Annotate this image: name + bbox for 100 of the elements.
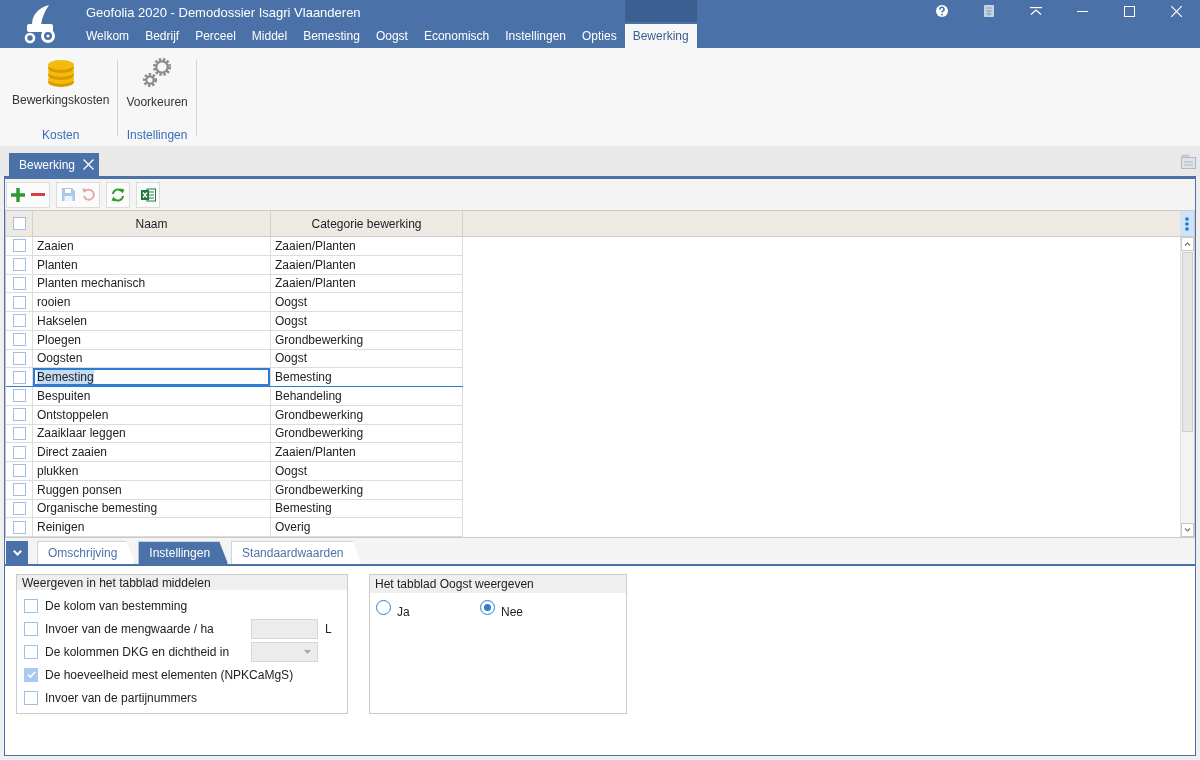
- window-title: Geofolia 2020 - Demodossier Isagri Vlaanderen: [86, 4, 361, 20]
- table-cell: Oogst: [271, 312, 463, 330]
- close-icon[interactable]: [83, 159, 95, 170]
- table-cell: Oogst: [271, 349, 463, 368]
- unit-label: L: [325, 621, 333, 636]
- menu-tab[interactable]: Welkom: [78, 24, 138, 48]
- checkbox[interactable]: [12, 351, 26, 365]
- table-cell: Zaaien/Planten: [271, 443, 463, 461]
- table-cell: Direct zaaien: [33, 443, 271, 461]
- table-cell: Grondbewerking: [271, 424, 463, 443]
- menu-tab[interactable]: Middel: [243, 24, 296, 48]
- table-cell: Oogst: [271, 462, 463, 480]
- checkbox[interactable]: [24, 690, 38, 705]
- menu-tab[interactable]: Bemesting: [295, 24, 368, 48]
- table-cell: Overig: [271, 518, 463, 536]
- table-cell: Zaaien/Planten: [271, 255, 463, 274]
- menu-tab[interactable]: Perceel: [187, 24, 244, 48]
- table-cell: Bespuiten: [33, 387, 271, 405]
- coins-icon: [45, 57, 76, 87]
- checkbox[interactable]: [12, 389, 26, 403]
- checkbox[interactable]: [12, 464, 26, 478]
- checkbox[interactable]: [12, 314, 26, 328]
- menu-tab[interactable]: Instellingen: [497, 24, 574, 48]
- collapse-button[interactable]: [6, 541, 28, 564]
- checkbox[interactable]: [12, 333, 26, 347]
- option-label: Invoer van de partijnummers: [45, 690, 199, 705]
- menu-tab[interactable]: Oogst: [367, 24, 416, 48]
- scroll-down-icon[interactable]: [1181, 523, 1195, 537]
- close-icon[interactable]: [1171, 5, 1182, 17]
- document-tab[interactable]: Bewerking: [9, 153, 100, 176]
- scroll-up-icon[interactable]: [1181, 237, 1195, 251]
- checkbox[interactable]: [24, 598, 38, 613]
- minus-icon: [31, 193, 45, 196]
- menu-tab[interactable]: Bewerking: [624, 24, 697, 48]
- spreadsheet-icon: [140, 187, 156, 202]
- table-cell: Organische bemesting: [33, 499, 271, 518]
- panel-tab[interactable]: Standaardwaarden: [231, 541, 362, 564]
- column-chooser-button[interactable]: [1180, 211, 1194, 236]
- maximize-icon[interactable]: [1124, 5, 1135, 17]
- table-cell: Planten: [33, 255, 271, 274]
- table-cell: Grondbewerking: [271, 480, 463, 499]
- menu-tab[interactable]: Economisch: [415, 24, 498, 48]
- caret-down-icon: [304, 649, 311, 654]
- checkbox[interactable]: [24, 621, 38, 636]
- panel-tab[interactable]: Instellingen: [138, 541, 229, 564]
- ribbon-group-label: Instellingen: [126, 128, 188, 142]
- checkbox[interactable]: [12, 295, 26, 309]
- table-cell: Zaaiklaar leggen: [33, 424, 271, 443]
- panel-tab[interactable]: Omschrijving: [37, 541, 136, 564]
- radio-button[interactable]: [480, 600, 495, 615]
- checkbox[interactable]: [12, 239, 26, 253]
- radio-label: Ja: [397, 605, 410, 619]
- minimize-icon[interactable]: [1077, 10, 1088, 12]
- checkbox[interactable]: [12, 426, 26, 440]
- vertical-dots-icon: [1185, 216, 1189, 231]
- table-cell: Oogst: [271, 293, 463, 311]
- menu-tab[interactable]: Bedrijf: [137, 24, 188, 48]
- option-label: Invoer van de mengwaarde / ha: [45, 621, 215, 636]
- collapse-ribbon-icon[interactable]: [1029, 7, 1042, 15]
- window-icon[interactable]: [1181, 153, 1196, 169]
- table-cell: Reinigen: [33, 518, 271, 536]
- option-label: De kolom van bestemming: [45, 598, 189, 613]
- table-cell: plukken: [33, 462, 271, 480]
- checkbox[interactable]: [12, 370, 26, 384]
- table-cell: Grondbewerking: [271, 405, 463, 424]
- calculator-icon[interactable]: [983, 5, 994, 17]
- table-cell: Hakselen: [33, 312, 271, 330]
- radio-button[interactable]: [376, 600, 391, 615]
- ribbon-button[interactable]: Bewerkingskosten: [12, 48, 110, 107]
- checkbox[interactable]: [24, 667, 38, 682]
- column-header[interactable]: Naam: [33, 211, 271, 236]
- table-cell: rooien: [33, 293, 271, 311]
- column-header[interactable]: Categorie bewerking: [271, 211, 463, 236]
- checkbox[interactable]: [12, 520, 26, 534]
- ribbon-button[interactable]: Voorkeuren: [126, 48, 188, 109]
- checkbox[interactable]: [12, 276, 26, 290]
- checkbox[interactable]: [12, 258, 26, 272]
- table-cell: Ploegen: [33, 330, 271, 349]
- checkbox[interactable]: [12, 483, 26, 497]
- table-cell: Grondbewerking: [271, 330, 463, 349]
- help-icon[interactable]: [935, 5, 948, 17]
- option-label: De kolommen DKG en dichtheid in: [45, 644, 231, 659]
- group-header: Weergeven in het tabblad middelen: [17, 575, 347, 590]
- table-cell: Ruggen ponsen: [33, 480, 271, 499]
- table-cell: Behandeling: [271, 387, 463, 405]
- option-label: De hoeveelheid mest elementen (NPKCaMgS): [45, 667, 295, 682]
- checkbox[interactable]: [12, 217, 26, 230]
- table-cell: Planten mechanisch: [33, 274, 271, 293]
- checkbox[interactable]: [12, 408, 26, 422]
- table-cell: Oogsten: [33, 349, 271, 368]
- menu-tab[interactable]: Opties: [574, 24, 625, 48]
- table-cell: Zaaien/Planten: [271, 237, 463, 255]
- chevron-down-icon: [12, 549, 22, 556]
- checkbox[interactable]: [12, 445, 26, 459]
- checkbox[interactable]: [12, 501, 26, 515]
- table-cell: Bemesting: [271, 499, 463, 518]
- scroll-thumb[interactable]: [1182, 252, 1193, 432]
- checkbox[interactable]: [24, 644, 38, 659]
- cell-editor[interactable]: Bemesting: [33, 368, 271, 386]
- table-cell: Bemesting: [271, 368, 463, 386]
